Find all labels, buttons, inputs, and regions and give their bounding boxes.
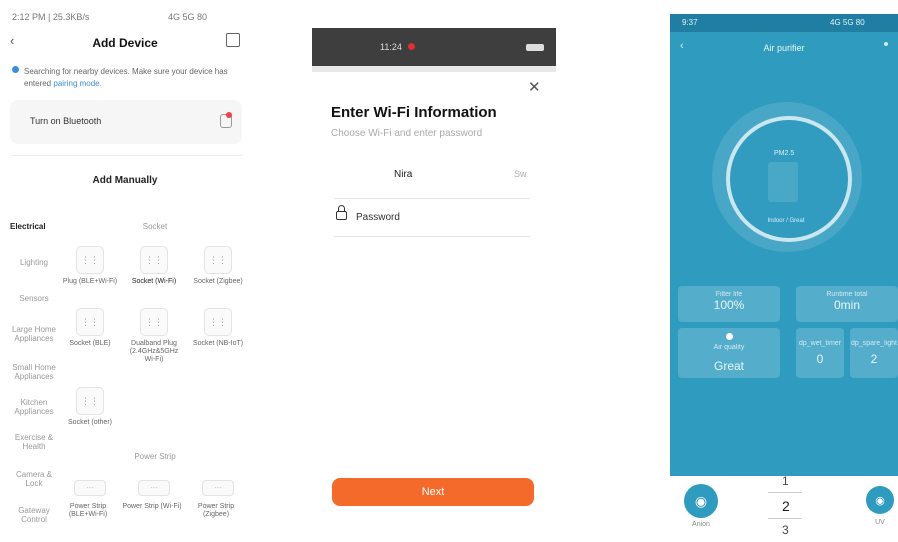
add-device-screen: 2:12 PM | 25.3KB/s 4G 5G 80 ‹ Add Device… <box>0 0 250 542</box>
device-label: Power Strip (Wi-Fi) <box>122 503 182 510</box>
card-value: 100% <box>713 298 745 312</box>
wet-timer-card[interactable]: dp_wet_timer 0 <box>796 328 844 378</box>
card-label: Air quality <box>713 344 745 351</box>
sheet-gap <box>312 66 556 72</box>
device-label: Plug (BLE+Wi-Fi) <box>62 278 118 285</box>
card-label: dp_wet_timer <box>798 340 842 347</box>
scan-icon[interactable] <box>226 33 240 47</box>
uv-button[interactable]: ◉ <box>866 486 894 514</box>
socket-icon[interactable]: ⋮⋮ <box>76 387 104 415</box>
category-large-appliances[interactable]: Large Home Appliances <box>8 325 60 343</box>
socket-icon[interactable]: ⋮⋮ <box>204 308 232 336</box>
close-icon[interactable]: ✕ <box>528 78 541 96</box>
status-indicators: 4G 5G 80 <box>168 12 208 22</box>
plug-icon[interactable]: ⋮⋮ <box>140 308 168 336</box>
add-manually-heading: Add Manually <box>92 175 158 186</box>
divider <box>334 236 530 237</box>
card-value: 2 <box>870 352 878 366</box>
pairing-mode-link[interactable]: pairing mode. <box>53 79 101 88</box>
card-value: 0 <box>816 352 824 366</box>
section-socket: Socket <box>142 222 168 231</box>
more-icon[interactable] <box>884 42 888 46</box>
category-lighting[interactable]: Lighting <box>10 258 58 267</box>
sheet-title: Enter Wi-Fi Information <box>331 104 497 121</box>
device-label: Power Strip (Zigbee) <box>197 503 235 518</box>
runtime-card: Runtime total 0min <box>796 286 898 322</box>
battery-icon <box>526 44 544 51</box>
alert-dot <box>226 112 232 118</box>
status-bar: 11:24 <box>312 28 556 66</box>
device-label: Socket (Zigbee) <box>193 278 243 285</box>
picker-item-selected[interactable]: 2 <box>782 498 790 514</box>
card-label: Filter life <box>715 291 743 298</box>
status-time: 2:12 PM | 25.3KB/s <box>12 12 90 22</box>
device-label: Socket (NB-IoT) <box>192 340 244 347</box>
anion-label: Anion <box>692 521 710 528</box>
chevron-left-icon[interactable]: ‹ <box>680 40 684 52</box>
device-title: Air purifier <box>763 43 805 53</box>
picker-item[interactable]: 1 <box>782 474 789 488</box>
socket-icon[interactable]: ⋮⋮ <box>76 308 104 336</box>
divider <box>334 198 530 199</box>
dial-value: PM2.5 <box>774 150 795 157</box>
password-input[interactable]: Password <box>356 212 400 223</box>
device-label: Socket (other) <box>68 419 112 426</box>
uv-label: UV <box>875 519 885 526</box>
wifi-name: Nira <box>394 169 413 180</box>
bluetooth-card[interactable]: Turn on Bluetooth <box>10 100 242 144</box>
category-kitchen[interactable]: Kitchen Appliances <box>8 398 60 416</box>
power-strip-icon[interactable]: ⋅⋅⋅ <box>74 480 106 496</box>
wifi-name-row[interactable]: Nira Sw <box>334 160 530 190</box>
status-time: 9:37 <box>682 18 698 27</box>
plug-icon[interactable]: ⋮⋮ <box>76 246 104 274</box>
card-value: 0min <box>833 298 860 312</box>
category-electrical[interactable]: Electrical <box>10 222 58 231</box>
spare-light-card[interactable]: dp_spare_light 2 <box>850 328 898 378</box>
air-purifier-screen: 9:37 4G 5G 80 ‹ Air purifier PM2.5 Indoo… <box>670 0 898 542</box>
socket-icon[interactable]: ⋮⋮ <box>140 246 168 274</box>
status-bar: 9:37 4G 5G 80 <box>670 14 898 32</box>
category-sensors[interactable]: Sensors <box>10 294 58 303</box>
device-label: Dualband Plug (2.4GHz&5GHz Wi-Fi) <box>129 340 179 363</box>
page-title: Add Device <box>92 36 158 50</box>
card-label: Runtime total <box>826 291 868 298</box>
dial-bar <box>768 162 798 202</box>
filter-life-card: Filter life 100% <box>678 286 780 322</box>
picker-divider <box>768 492 802 493</box>
wifi-info-screen: 11:24 ✕ Enter Wi-Fi Information Choose W… <box>306 0 556 542</box>
section-power-strip: Power Strip <box>134 452 176 461</box>
socket-icon[interactable]: ⋮⋮ <box>204 246 232 274</box>
status-indicators: 4G 5G 80 <box>830 18 865 27</box>
picker-divider <box>768 518 802 519</box>
dial-subtitle: Indoor / Great <box>767 218 805 224</box>
category-small-appliances[interactable]: Small Home Appliances <box>8 363 60 381</box>
bluetooth-label: Turn on Bluetooth <box>30 116 102 126</box>
air-quality-card: Air quality Great <box>678 328 780 378</box>
next-button[interactable]: Next <box>332 478 534 506</box>
recording-dot <box>408 43 415 50</box>
chevron-left-icon[interactable]: ‹ <box>10 33 14 48</box>
card-value: Great <box>713 359 744 373</box>
device-panel: ‹ Air purifier PM2.5 Indoor / Great Filt… <box>670 32 898 476</box>
category-exercise[interactable]: Exercise & Health <box>8 433 60 451</box>
power-strip-icon[interactable]: ⋅⋅⋅ <box>138 480 170 496</box>
card-label: dp_spare_light <box>851 340 897 347</box>
sheet-subtitle: Choose Wi-Fi and enter password <box>331 128 483 139</box>
anion-button[interactable]: ◉ <box>684 484 718 518</box>
category-gateway[interactable]: Gateway Control <box>8 506 60 524</box>
category-camera-lock[interactable]: Camera & Lock <box>8 470 60 488</box>
divider <box>10 155 242 156</box>
lock-icon <box>336 211 347 220</box>
power-strip-icon[interactable]: ⋅⋅⋅ <box>202 480 234 496</box>
info-icon <box>12 66 19 73</box>
device-label: Socket (Wi-Fi) <box>131 278 177 285</box>
lock-shackle <box>338 205 345 212</box>
device-label: Power Strip (BLE+Wi-Fi) <box>68 503 108 518</box>
info-text: Searching for nearby devices. Make sure … <box>24 67 228 88</box>
switch-wifi-link[interactable]: Sw <box>514 169 527 179</box>
status-time: 11:24 <box>380 42 402 52</box>
air-quality-icon <box>725 333 733 340</box>
picker-item[interactable]: 3 <box>782 523 789 537</box>
device-label: Socket (BLE) <box>69 340 111 347</box>
